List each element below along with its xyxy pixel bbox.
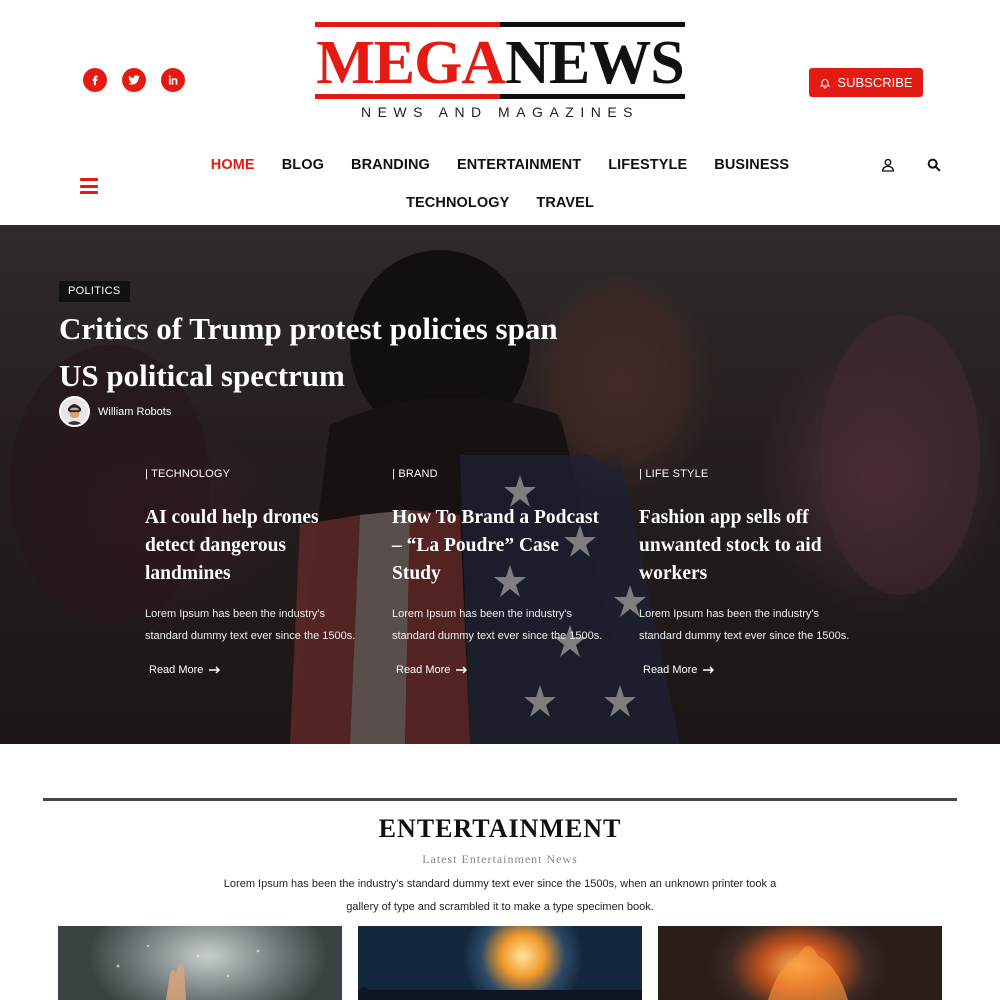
menu-icon[interactable] xyxy=(80,178,98,194)
entertainment-thumbnail-2[interactable] xyxy=(358,926,642,1000)
fire-show-image xyxy=(358,987,642,1000)
nav-travel[interactable]: TRAVEL xyxy=(536,194,594,213)
hero-section: POLITICS Critics of Trump protest polici… xyxy=(0,225,1000,744)
logo-news: NEWS xyxy=(505,29,685,97)
read-more-link[interactable]: Read More xyxy=(643,664,859,676)
logo-tagline: NEWS AND MAGAZINES xyxy=(360,104,640,120)
read-more-link[interactable]: Read More xyxy=(396,664,612,676)
logo-top-bar xyxy=(315,22,685,27)
hero-headline[interactable]: Critics of Trump protest policies span U… xyxy=(59,305,579,399)
entertainment-thumbnail-3[interactable] xyxy=(658,926,942,1000)
logo-bottom-bar xyxy=(315,94,685,99)
site-logo[interactable]: MEGANEWS NEWS AND MAGAZINES xyxy=(315,22,685,122)
nav-lifestyle[interactable]: LIFESTYLE xyxy=(608,156,687,175)
social-links xyxy=(83,68,185,92)
subscribe-label: SUBSCRIBE xyxy=(837,75,913,90)
card-title[interactable]: AI could help drones detect dangerous la… xyxy=(145,504,365,588)
user-icon[interactable] xyxy=(880,157,896,173)
search-icon[interactable] xyxy=(926,157,942,173)
flame-image xyxy=(768,946,848,1000)
entertainment-thumbnail-1[interactable] xyxy=(58,926,342,1000)
section-subtitle: Latest Entertainment News xyxy=(422,852,578,866)
read-more-label: Read More xyxy=(643,664,698,676)
card-title[interactable]: Fashion app sells off unwanted stock to … xyxy=(639,504,859,588)
card-category[interactable]: | TECHNOLOGY xyxy=(145,468,365,482)
card-description: Lorem Ipsum has been the industry's stan… xyxy=(392,608,603,642)
read-more-link[interactable]: Read More xyxy=(149,664,365,676)
logo-wordmark: MEGANEWS xyxy=(315,32,685,94)
hero-card-technology: | TECHNOLOGY AI could help drones detect… xyxy=(145,468,365,676)
section-title: ENTERTAINMENT xyxy=(378,814,622,843)
nav-home[interactable]: HOME xyxy=(211,156,255,175)
bell-icon xyxy=(820,78,831,88)
nav-technology[interactable]: TECHNOLOGY xyxy=(406,194,509,213)
nav-entertainment[interactable]: ENTERTAINMENT xyxy=(457,156,581,175)
hero-author: William Robots xyxy=(59,396,171,427)
section-description: Lorem Ipsum has been the industry's stan… xyxy=(223,878,777,913)
read-more-label: Read More xyxy=(149,664,204,676)
logo-mega: MEGA xyxy=(316,29,506,97)
nav-blog[interactable]: BLOG xyxy=(282,156,324,175)
avatar[interactable] xyxy=(59,396,90,427)
read-more-label: Read More xyxy=(396,664,451,676)
nav-branding[interactable]: BRANDING xyxy=(351,156,430,175)
subscribe-button[interactable]: SUBSCRIBE xyxy=(809,68,923,97)
hero-card-brand: | BRAND How To Brand a Podcast – “La Pou… xyxy=(392,468,612,676)
concert-hand-image xyxy=(116,944,260,1000)
facebook-icon[interactable] xyxy=(83,68,107,92)
arrow-right-icon xyxy=(209,666,221,674)
nav-business[interactable]: BUSINESS xyxy=(714,156,789,175)
card-description: Lorem Ipsum has been the industry's stan… xyxy=(145,608,356,642)
section-divider xyxy=(43,798,957,801)
linkedin-icon[interactable] xyxy=(161,68,185,92)
twitter-icon[interactable] xyxy=(122,68,146,92)
card-description: Lorem Ipsum has been the industry's stan… xyxy=(639,608,850,642)
author-name[interactable]: William Robots xyxy=(98,406,171,418)
arrow-right-icon xyxy=(703,666,715,674)
hero-card-lifestyle: | LIFE STYLE Fashion app sells off unwan… xyxy=(639,468,859,676)
card-category[interactable]: | LIFE STYLE xyxy=(639,468,859,482)
category-tag-politics[interactable]: POLITICS xyxy=(59,281,130,302)
site-header: MEGANEWS NEWS AND MAGAZINES SUBSCRIBE HO… xyxy=(0,0,1000,225)
arrow-right-icon xyxy=(456,666,468,674)
card-title[interactable]: How To Brand a Podcast – “La Poudre” Cas… xyxy=(392,504,612,588)
main-nav: HOME BLOG BRANDING ENTERTAINMENT LIFESTY… xyxy=(160,156,840,213)
card-category[interactable]: | BRAND xyxy=(392,468,612,482)
